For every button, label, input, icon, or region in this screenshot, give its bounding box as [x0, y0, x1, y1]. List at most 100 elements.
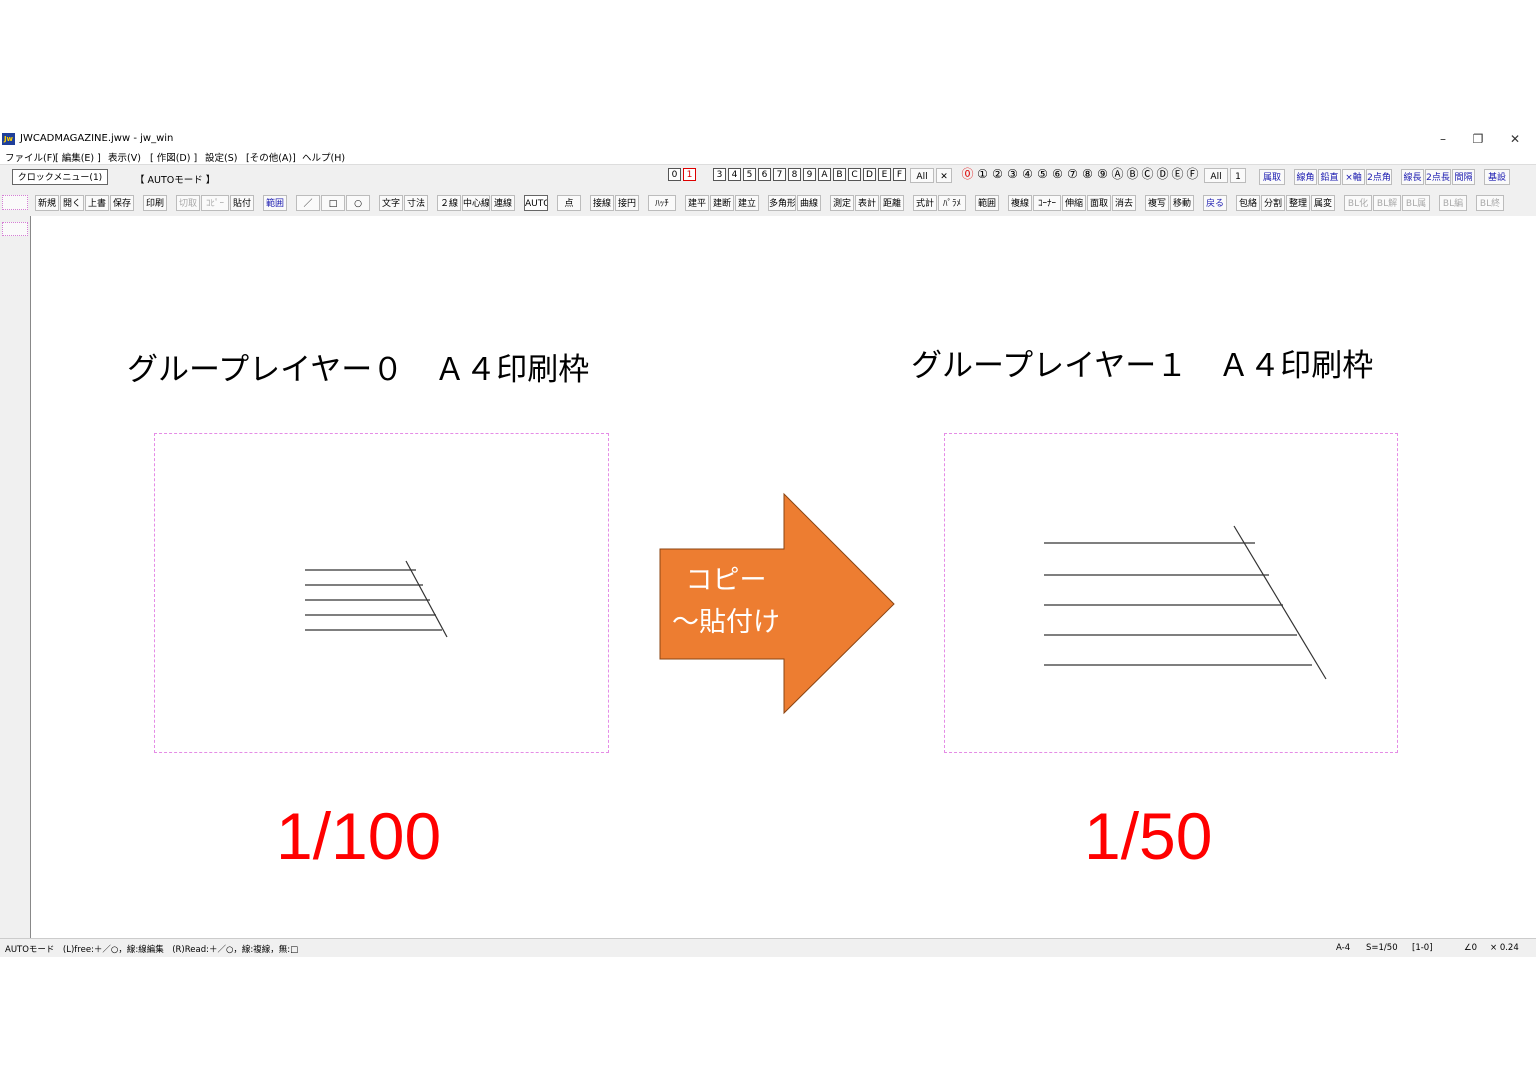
- group-layer-button-C[interactable]: C: [848, 168, 861, 181]
- command-button-3-範囲[interactable]: 範囲: [263, 195, 287, 211]
- layer-button-3[interactable]: ③: [1006, 168, 1019, 181]
- command-button-22-BL終[interactable]: BL終: [1476, 195, 1504, 211]
- layer-all-button[interactable]: All: [1204, 168, 1228, 183]
- command-button-19-整理[interactable]: 整理: [1286, 195, 1310, 211]
- command-button-4-／[interactable]: ／: [296, 195, 320, 211]
- group-layer-button-5[interactable]: 5: [743, 168, 756, 181]
- command-button-19-属変[interactable]: 属変: [1311, 195, 1335, 211]
- command-button-6-連線[interactable]: 連線: [491, 195, 515, 211]
- group-all-button[interactable]: All: [910, 168, 934, 183]
- command-button-19-分割[interactable]: 分割: [1261, 195, 1285, 211]
- command-button-16-伸縮[interactable]: 伸縮: [1062, 195, 1086, 211]
- command-button-6-中心線[interactable]: 中心線: [462, 195, 490, 211]
- tool-button-1[interactable]: 線角: [1294, 169, 1317, 185]
- angle-indicator[interactable]: ∠0: [1464, 943, 1477, 953]
- layer-button-12[interactable]: Ⓒ: [1141, 168, 1154, 181]
- group-layer-button-B[interactable]: B: [833, 168, 846, 181]
- command-button-0-上書[interactable]: 上書: [85, 195, 109, 211]
- group-layer-button-0[interactable]: 0: [668, 168, 681, 181]
- layer-button-14[interactable]: Ⓔ: [1171, 168, 1184, 181]
- restore-button[interactable]: ❐: [1463, 131, 1493, 147]
- menu-help[interactable]: ヘルプ(H): [302, 150, 345, 164]
- command-button-7-AUTO[interactable]: AUTO: [524, 195, 548, 211]
- command-button-6-２線[interactable]: ２線: [437, 195, 461, 211]
- layer-button-10[interactable]: Ⓐ: [1111, 168, 1124, 181]
- command-button-19-包絡[interactable]: 包絡: [1236, 195, 1260, 211]
- layer-button-4[interactable]: ④: [1021, 168, 1034, 181]
- group-layer-button-6[interactable]: 6: [758, 168, 771, 181]
- command-button-16-複線[interactable]: 複線: [1008, 195, 1032, 211]
- scale-indicator[interactable]: S=1/50: [1366, 943, 1398, 953]
- menu-view[interactable]: 表示(V): [108, 150, 141, 164]
- layer-number[interactable]: 1: [1230, 168, 1246, 183]
- group-layer-button-8[interactable]: 8: [788, 168, 801, 181]
- layer-button-13[interactable]: Ⓓ: [1156, 168, 1169, 181]
- command-button-17-移動[interactable]: 移動: [1170, 195, 1194, 211]
- line-type-selector[interactable]: [2, 195, 28, 210]
- layer-indicator[interactable]: [1-0]: [1412, 943, 1433, 953]
- command-button-16-消去[interactable]: 消去: [1112, 195, 1136, 211]
- command-button-9-接円[interactable]: 接円: [615, 195, 639, 211]
- layer-button-9[interactable]: ⑨: [1096, 168, 1109, 181]
- tool-button-2[interactable]: 鉛直: [1318, 169, 1341, 185]
- tool-button-5[interactable]: 線長: [1401, 169, 1424, 185]
- layer-button-7[interactable]: ⑦: [1066, 168, 1079, 181]
- command-button-2-切取[interactable]: 切取: [176, 195, 200, 211]
- zoom-indicator[interactable]: × 0.24: [1490, 943, 1519, 953]
- tool-button-7[interactable]: 間隔: [1452, 169, 1475, 185]
- tool-button-8[interactable]: 基設: [1484, 169, 1510, 185]
- group-layer-button-9[interactable]: 9: [803, 168, 816, 181]
- line-type-swatch[interactable]: [2, 222, 28, 236]
- command-button-2-ｺﾋﾟｰ[interactable]: ｺﾋﾟｰ: [201, 195, 229, 211]
- command-button-21-BL編[interactable]: BL編: [1439, 195, 1467, 211]
- menu-file[interactable]: ファイル(F): [5, 150, 56, 164]
- command-button-13-距離[interactable]: 距離: [880, 195, 904, 211]
- clock-menu-button[interactable]: クロックメニュー(1): [12, 169, 108, 185]
- close-button[interactable]: ✕: [1500, 131, 1530, 147]
- group-layer-button-E[interactable]: E: [878, 168, 891, 181]
- tool-button-6[interactable]: 2点長: [1425, 169, 1451, 185]
- layer-button-15[interactable]: Ⓕ: [1186, 168, 1199, 181]
- menu-draw[interactable]: [ 作図(D) ]: [150, 150, 197, 164]
- command-button-0-開く[interactable]: 開く: [60, 195, 84, 211]
- group-layer-button-7[interactable]: 7: [773, 168, 786, 181]
- group-layer-button-F[interactable]: F: [893, 168, 906, 181]
- command-button-14-ﾊﾟﾗﾒ[interactable]: ﾊﾟﾗﾒ: [938, 195, 966, 211]
- layer-button-2[interactable]: ②: [991, 168, 1004, 181]
- command-button-1-印刷[interactable]: 印刷: [143, 195, 167, 211]
- command-button-11-建立[interactable]: 建立: [735, 195, 759, 211]
- layer-button-8[interactable]: ⑧: [1081, 168, 1094, 181]
- tool-button-0[interactable]: 属取: [1259, 169, 1285, 185]
- command-button-12-多角形[interactable]: 多角形: [768, 195, 796, 211]
- command-button-5-寸法[interactable]: 寸法: [404, 195, 428, 211]
- command-button-16-面取[interactable]: 面取: [1087, 195, 1111, 211]
- drawing-canvas[interactable]: グループレイヤー０ Ａ４印刷枠 グループレイヤー１ Ａ４印刷枠 コピー ～貼付け…: [31, 216, 1536, 938]
- command-button-4-○[interactable]: ○: [346, 195, 370, 211]
- command-button-20-BL解[interactable]: BL解: [1373, 195, 1401, 211]
- command-button-5-文字[interactable]: 文字: [379, 195, 403, 211]
- command-button-0-保存[interactable]: 保存: [110, 195, 134, 211]
- command-button-11-建平[interactable]: 建平: [685, 195, 709, 211]
- group-layer-button-1[interactable]: 1: [683, 168, 696, 181]
- command-button-13-測定[interactable]: 測定: [830, 195, 854, 211]
- command-button-11-建断[interactable]: 建断: [710, 195, 734, 211]
- group-layer-button-4[interactable]: 4: [728, 168, 741, 181]
- group-layer-button-D[interactable]: D: [863, 168, 876, 181]
- menu-other[interactable]: [その他(A)]: [246, 150, 296, 164]
- command-button-15-範囲[interactable]: 範囲: [975, 195, 999, 211]
- group-layer-button-2[interactable]: [698, 168, 711, 181]
- group-layer-button-3[interactable]: 3: [713, 168, 726, 181]
- command-button-10-ﾊｯﾁ[interactable]: ﾊｯﾁ: [648, 195, 676, 211]
- command-button-12-曲線[interactable]: 曲線: [797, 195, 821, 211]
- layer-button-1[interactable]: ①: [976, 168, 989, 181]
- group-layer-button-A[interactable]: A: [818, 168, 831, 181]
- command-button-20-BL化[interactable]: BL化: [1344, 195, 1372, 211]
- group-x-button[interactable]: ✕: [936, 168, 952, 183]
- command-button-0-新規[interactable]: 新規: [35, 195, 59, 211]
- tool-button-4[interactable]: 2点角: [1366, 169, 1392, 185]
- command-button-8-点[interactable]: 点: [557, 195, 581, 211]
- command-button-2-貼付[interactable]: 貼付: [230, 195, 254, 211]
- menu-settings[interactable]: 設定(S): [205, 150, 237, 164]
- command-button-20-BL属[interactable]: BL属: [1402, 195, 1430, 211]
- command-button-4-□[interactable]: □: [321, 195, 345, 211]
